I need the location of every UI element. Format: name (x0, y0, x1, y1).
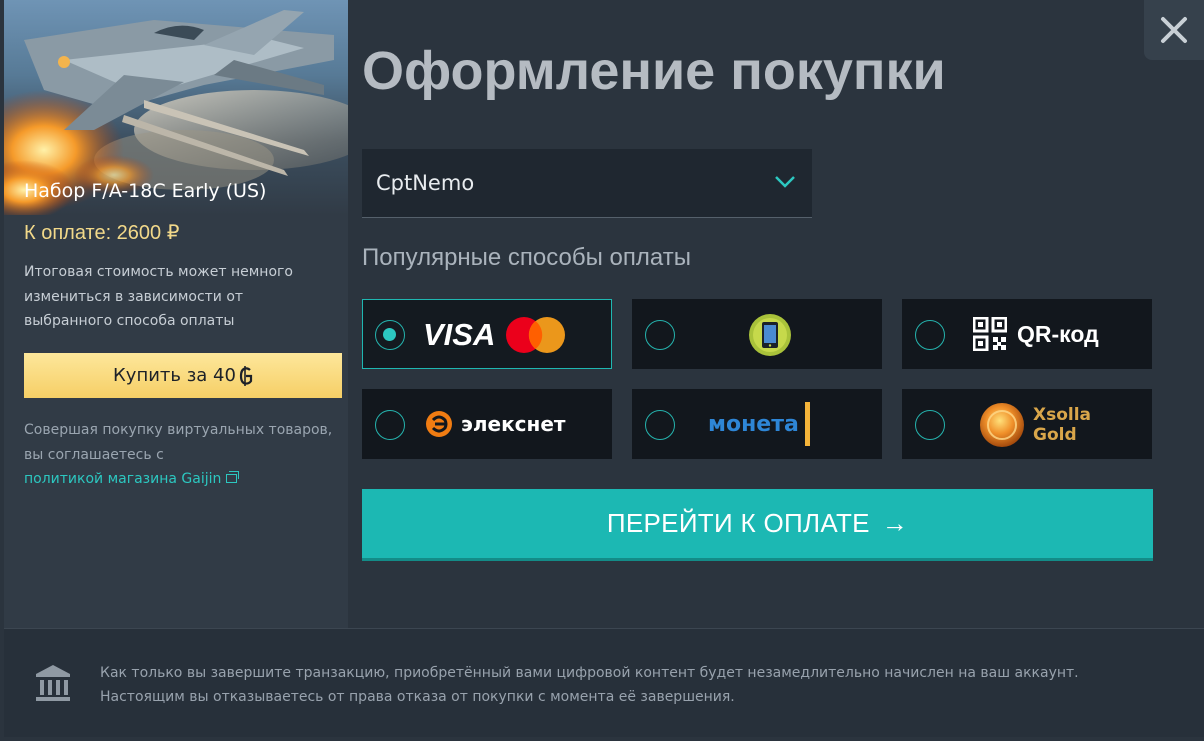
xsolla-label-line1: Xsolla (1033, 405, 1092, 425)
footer-notice: Как только вы завершите транзакцию, прио… (100, 661, 1190, 709)
product-title: Набор F/A-18C Early (US) (24, 180, 267, 202)
purchase-agreement: Совершая покупку виртуальных товаров, вы… (24, 418, 346, 492)
payment-method-xsolla[interactable]: Xsolla Gold (902, 389, 1152, 459)
agreement-text: Совершая покупку виртуальных товаров, вы… (24, 422, 333, 463)
xsolla-label: Xsolla Gold (1033, 405, 1091, 445)
account-dropdown[interactable]: CptNemo (362, 149, 812, 218)
footer-line-1: Как только вы завершите транзакцию, прио… (100, 665, 1079, 681)
proceed-to-payment-button[interactable]: ПЕРЕЙТИ К ОПЛАТЕ → (362, 489, 1153, 558)
price-note: Итоговая стоимость может немного изменит… (24, 264, 293, 329)
radio-button (375, 410, 405, 440)
buy-with-eagles-button[interactable]: Купить за 40 (24, 353, 342, 398)
moneta-label: монета (708, 411, 799, 437)
payment-method-moneta[interactable]: монета (632, 389, 882, 459)
bank-icon (36, 665, 70, 701)
payment-methods-label: Популярные способы оплаты (362, 244, 691, 271)
checkout-dialog: Набор F/A-18C Early (US) К оплате: 2600 … (0, 0, 1204, 741)
price-to-pay: К оплате: 2600 ₽ (24, 222, 180, 244)
footer-line-2: Настоящим вы отказываетесь от права отка… (100, 689, 735, 705)
xsolla-label-line2: Gold (1033, 425, 1077, 445)
external-link-icon (226, 471, 240, 483)
visa-label: VISA (423, 317, 496, 352)
chevron-down-icon (775, 176, 795, 188)
radio-button (375, 320, 405, 350)
radio-button (915, 320, 945, 350)
product-panel: Набор F/A-18C Early (US) К оплате: 2600 … (4, 0, 348, 628)
proceed-label: ПЕРЕЙТИ К ОПЛАТЕ (606, 508, 870, 538)
moneta-bar-icon (804, 402, 810, 446)
payment-method-qr[interactable]: QR-код (902, 299, 1152, 369)
qr-label: QR-код (1017, 320, 1099, 347)
radio-button (645, 410, 675, 440)
store-policy-link[interactable]: политикой магазина Gaijin (24, 471, 240, 487)
account-selected-value: CptNemo (376, 171, 475, 195)
payment-method-card[interactable]: VISA (362, 299, 612, 369)
payment-method-mobile[interactable] (632, 299, 882, 369)
payment-method-eleksnet[interactable]: элекснет (362, 389, 612, 459)
arrow-right-icon: → (881, 508, 909, 538)
mastercard-icon (506, 317, 566, 353)
page-title: Оформление покупки (362, 41, 946, 101)
radio-button (645, 320, 675, 350)
policy-link-label: политикой магазина Gaijin (24, 471, 222, 487)
close-button[interactable] (1144, 0, 1204, 60)
golden-eagle-icon (239, 365, 253, 386)
footer: Как только вы завершите транзакцию, прио… (4, 629, 1204, 737)
eleksnet-icon (426, 411, 452, 437)
radio-button (915, 410, 945, 440)
mobile-payment-icon (749, 314, 791, 356)
xsolla-gold-icon (980, 403, 1024, 447)
qr-code-icon (973, 317, 1007, 351)
eleksnet-label: элекснет (461, 412, 566, 436)
buy-button-label: Купить за 40 (113, 365, 236, 386)
close-icon (1161, 17, 1187, 43)
